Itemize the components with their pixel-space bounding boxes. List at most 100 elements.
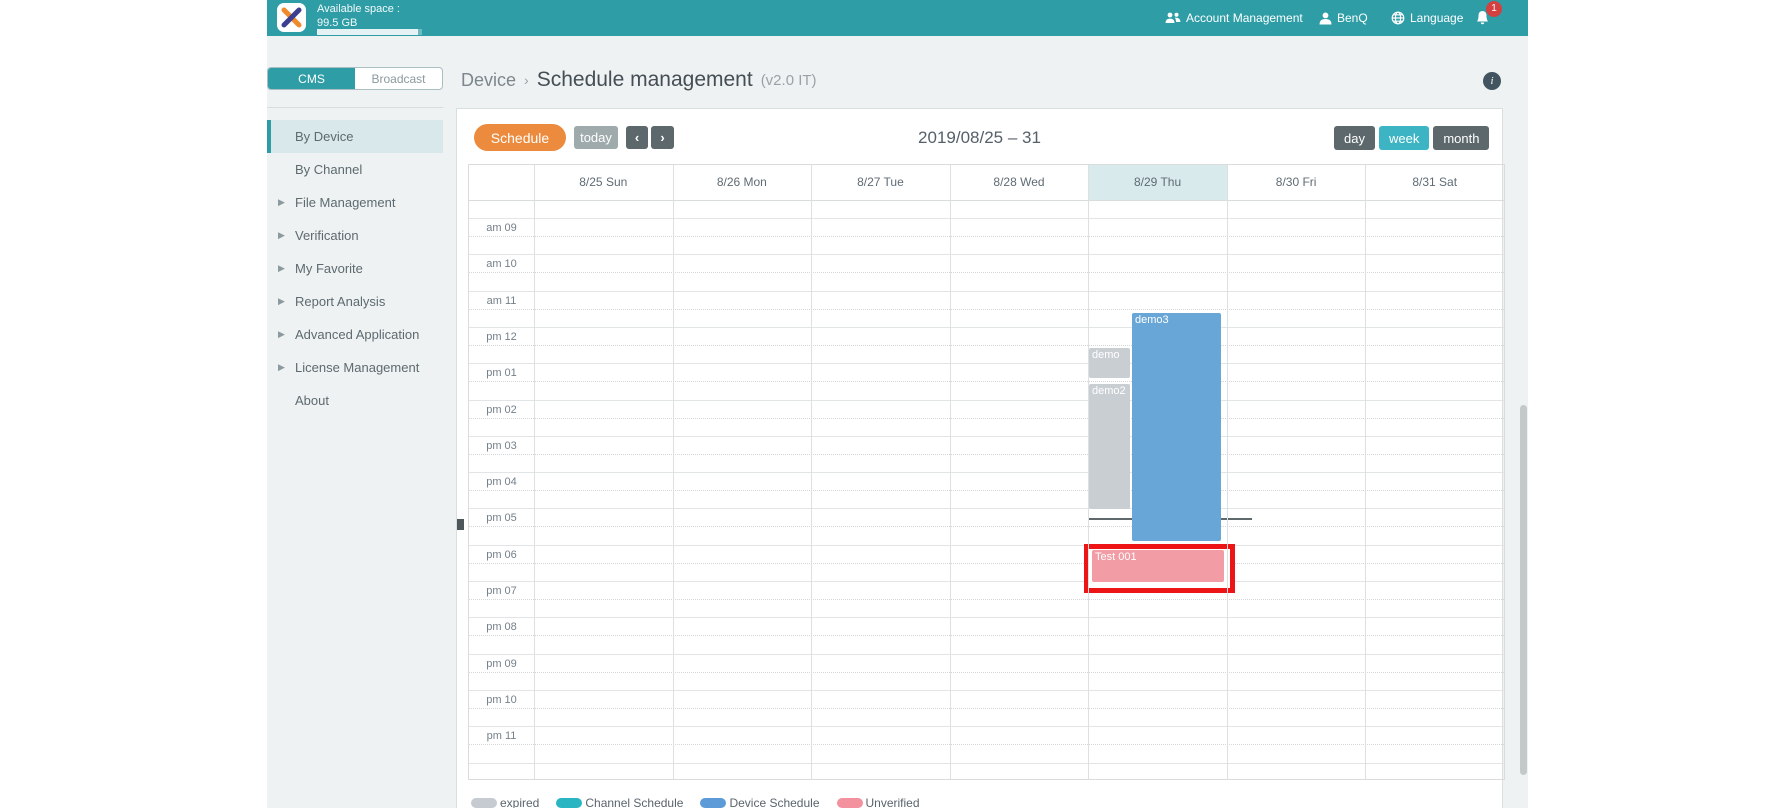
sidebar-item-label: File Management bbox=[295, 195, 395, 210]
available-space-label: Available space : bbox=[317, 3, 400, 15]
half-hour-line bbox=[469, 490, 1504, 491]
event-demo3[interactable]: demo3 bbox=[1132, 313, 1221, 541]
app-logo-icon[interactable] bbox=[277, 3, 306, 32]
column-border bbox=[950, 165, 951, 779]
sidebar-item-file-management[interactable]: ▶ File Management bbox=[267, 186, 443, 219]
legend-color-swatch bbox=[556, 798, 582, 808]
sidebar-item-label: License Management bbox=[295, 360, 419, 375]
sidebar-item-my-favorite[interactable]: ▶My Favorite bbox=[267, 252, 443, 285]
event-title: Test 001 bbox=[1095, 551, 1137, 563]
view-button-month[interactable]: month bbox=[1433, 126, 1489, 150]
sidebar-item-label: About bbox=[295, 393, 329, 408]
account-management-button[interactable]: Account Management bbox=[1165, 0, 1303, 36]
event-title: demo2 bbox=[1092, 385, 1126, 397]
arrow-right-icon: ▶ bbox=[278, 351, 285, 384]
half-hour-line bbox=[469, 563, 1504, 564]
page-version: (v2.0 IT) bbox=[761, 72, 817, 89]
column-border bbox=[1365, 165, 1366, 779]
breadcrumb: Device › Schedule management (v2.0 IT) bbox=[461, 63, 817, 97]
sidebar-item-report-analysis[interactable]: ▶ Report Analysis bbox=[267, 285, 443, 318]
breadcrumb-section[interactable]: Device bbox=[461, 70, 516, 91]
half-hour-line bbox=[469, 454, 1504, 455]
time-label: pm 09 bbox=[469, 658, 534, 670]
globe-icon bbox=[1391, 11, 1405, 25]
tab-broadcast[interactable]: Broadcast bbox=[355, 68, 442, 89]
sidebar-menu: By DeviceBy Channel▶File Management▶Veri… bbox=[267, 120, 443, 417]
event-test-001[interactable]: Test 001 bbox=[1092, 550, 1224, 582]
sidebar-item-label: Verification bbox=[295, 228, 359, 243]
time-label: pm 08 bbox=[469, 621, 534, 633]
time-label: pm 01 bbox=[469, 367, 534, 379]
sidebar-item-by-device[interactable]: By Device bbox=[267, 120, 443, 153]
hour-line bbox=[469, 436, 1504, 437]
half-hour-line bbox=[469, 744, 1504, 745]
sidebar-item-label: Report Analysis bbox=[295, 294, 385, 309]
event-demo[interactable]: demo bbox=[1089, 348, 1130, 378]
language-button[interactable]: Language bbox=[1391, 0, 1463, 36]
hour-line bbox=[469, 763, 1504, 764]
app-window: Available space : 99.5 GB Account Manage… bbox=[267, 0, 1528, 808]
day-header: 8/28 Wed bbox=[950, 165, 1089, 200]
sidebar-item-by-channel[interactable]: By Channel bbox=[267, 153, 443, 186]
language-label: Language bbox=[1410, 11, 1463, 25]
hour-line bbox=[469, 508, 1504, 509]
view-button-day[interactable]: day bbox=[1334, 126, 1375, 150]
time-grid[interactable]: am 09am 10am 11pm 12pm 01pm 02pm 03pm 04… bbox=[469, 201, 1504, 779]
hour-line bbox=[469, 218, 1504, 219]
arrow-right-icon: ▶ bbox=[278, 219, 285, 252]
half-hour-line bbox=[469, 236, 1504, 237]
tab-cms[interactable]: CMS bbox=[268, 68, 355, 89]
hour-line bbox=[469, 690, 1504, 691]
user-menu[interactable]: BenQ bbox=[1319, 0, 1368, 36]
time-label: am 11 bbox=[469, 295, 534, 307]
half-hour-line bbox=[469, 635, 1504, 636]
legend-label: Device Schedule bbox=[729, 796, 819, 808]
hour-line bbox=[469, 291, 1504, 292]
half-hour-line bbox=[469, 708, 1504, 709]
notification-badge: 1 bbox=[1486, 1, 1502, 17]
page-title: Schedule management bbox=[537, 68, 753, 92]
day-header: 8/25 Sun bbox=[534, 165, 673, 200]
column-border bbox=[673, 165, 674, 779]
sidebar-item-label: Advanced Application bbox=[295, 327, 419, 342]
vertical-scrollbar[interactable] bbox=[1520, 405, 1527, 775]
event-demo2[interactable]: demo2 bbox=[1089, 384, 1130, 509]
half-hour-line bbox=[469, 345, 1504, 346]
half-hour-line bbox=[469, 526, 1504, 527]
sidebar-item-label: By Device bbox=[295, 129, 354, 144]
legend-item-channel-schedule: Channel Schedule bbox=[556, 796, 683, 808]
available-space-bar-fill bbox=[317, 29, 418, 35]
hour-line bbox=[469, 472, 1504, 473]
view-switcher: dayweekmonth bbox=[1334, 126, 1489, 150]
day-header: 8/27 Tue bbox=[811, 165, 950, 200]
time-label: pm 05 bbox=[469, 512, 534, 524]
view-button-week[interactable]: week bbox=[1379, 126, 1429, 150]
drag-marker bbox=[457, 519, 464, 530]
arrow-right-icon: ▶ bbox=[278, 252, 285, 285]
arrow-right-icon: ▶ bbox=[278, 186, 285, 219]
legend-label: Channel Schedule bbox=[585, 796, 683, 808]
time-label: pm 10 bbox=[469, 694, 534, 706]
hour-line bbox=[469, 400, 1504, 401]
info-icon[interactable]: i bbox=[1483, 72, 1501, 90]
sidebar-item-advanced-application[interactable]: ▶ Advanced Application bbox=[267, 318, 443, 351]
column-border bbox=[534, 165, 535, 779]
half-hour-line bbox=[469, 418, 1504, 419]
legend-color-swatch bbox=[700, 798, 726, 808]
sidebar-item-about[interactable]: About bbox=[267, 384, 443, 417]
sidebar-item-verification[interactable]: ▶ Verification bbox=[267, 219, 443, 252]
sidebar-item-license-management[interactable]: ▶ License Management bbox=[267, 351, 443, 384]
legend-color-swatch bbox=[471, 798, 497, 808]
time-label: pm 12 bbox=[469, 331, 534, 343]
calendar-card: Schedule today ‹ › 2019/08/25 – 31 daywe… bbox=[456, 108, 1503, 808]
topbar: Available space : 99.5 GB Account Manage… bbox=[267, 0, 1528, 36]
day-header: 8/30 Fri bbox=[1227, 165, 1366, 200]
available-space-bar bbox=[317, 29, 422, 35]
event-title: demo3 bbox=[1135, 314, 1169, 326]
account-management-label: Account Management bbox=[1186, 11, 1303, 25]
arrow-right-icon: ▶ bbox=[278, 285, 285, 318]
time-label: pm 04 bbox=[469, 476, 534, 488]
sidebar-mode-toggle: CMS Broadcast bbox=[267, 67, 443, 90]
time-label: pm 03 bbox=[469, 440, 534, 452]
arrow-right-icon: ▶ bbox=[278, 318, 285, 351]
